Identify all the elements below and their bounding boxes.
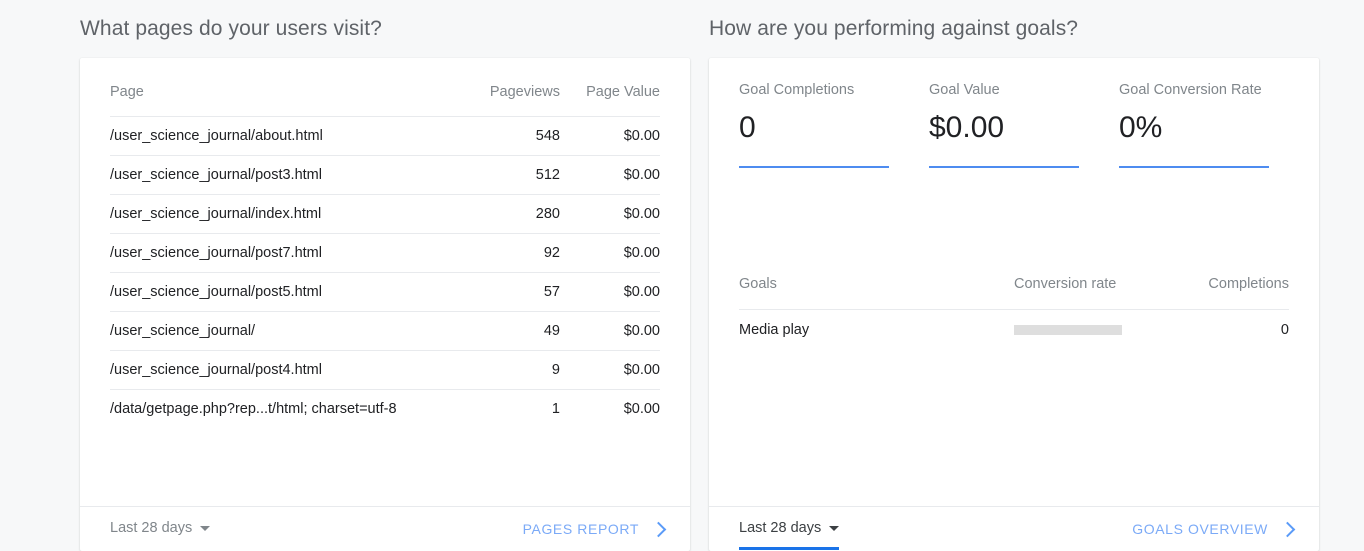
goals-table: Goals Conversion rate Completions Media …	[739, 276, 1289, 350]
date-range-selector-goals[interactable]: Last 28 days	[739, 520, 840, 550]
cell-page-value: $0.00	[560, 311, 660, 351]
cell-pageviews: 512	[450, 155, 560, 195]
cell-pageviews: 548	[450, 116, 560, 156]
goal-metrics-row: Goal Completions 0 Goal Value $0.00 Goal…	[739, 80, 1289, 174]
cell-page-value: $0.00	[560, 389, 660, 428]
pages-report-link-label: PAGES REPORT	[522, 521, 639, 537]
pages-table: Page Pageviews Page Value /user_science_…	[110, 84, 660, 428]
cell-pageviews: 49	[450, 311, 560, 351]
cell-pageviews: 9	[450, 350, 560, 390]
conversion-rate-bar	[1014, 325, 1122, 336]
cell-page: /user_science_journal/post7.html	[110, 233, 450, 273]
dashboard-board: What pages do your users visit? Page Pag…	[0, 0, 1364, 551]
goals-card-footer: Last 28 days GOALS OVERVIEW	[709, 506, 1319, 551]
cell-page-value: $0.00	[560, 116, 660, 156]
cell-page: /user_science_journal/post5.html	[110, 272, 450, 312]
metric-goal-value: Goal Value $0.00	[929, 80, 1119, 174]
goals-overview-link-label: GOALS OVERVIEW	[1132, 521, 1268, 537]
cell-page: /user_science_journal/index.html	[110, 194, 450, 234]
pages-card-footer: Last 28 days PAGES REPORT	[80, 506, 690, 551]
column-header-goals[interactable]: Goals	[739, 276, 1014, 310]
goals-section-title: How are you performing against goals?	[709, 17, 1079, 40]
table-row[interactable]: Media play 0	[739, 309, 1289, 350]
metric-goal-completions: Goal Completions 0	[739, 80, 929, 174]
cell-pageviews: 92	[450, 233, 560, 273]
pages-section-title: What pages do your users visit?	[80, 17, 382, 40]
date-range-label: Last 28 days	[110, 520, 193, 536]
chevron-right-icon	[1279, 521, 1296, 537]
cell-completions: 0	[1189, 309, 1289, 350]
metric-value: 0	[739, 111, 756, 144]
table-row[interactable]: /data/getpage.php?rep...t/html; charset=…	[110, 389, 660, 428]
pages-card: Page Pageviews Page Value /user_science_…	[80, 58, 690, 551]
sparkline-goal-conversion-rate	[1119, 166, 1269, 168]
table-row[interactable]: /user_science_journal/ 49 $0.00	[110, 311, 660, 351]
pages-report-link[interactable]: PAGES REPORT	[522, 521, 667, 537]
date-range-label: Last 28 days	[739, 520, 822, 536]
column-header-pageviews[interactable]: Pageviews	[450, 84, 560, 117]
goals-table-body: Media play 0	[739, 309, 1289, 350]
pages-table-header-row: Page Pageviews Page Value	[110, 84, 660, 117]
sparkline-goal-value	[929, 166, 1079, 168]
cell-conversion-rate-bar	[1014, 309, 1189, 350]
pages-table-body: /user_science_journal/about.html 548 $0.…	[110, 116, 660, 428]
sparkline-goal-completions	[739, 166, 889, 168]
goals-table-header-row: Goals Conversion rate Completions	[739, 276, 1289, 310]
cell-page-value: $0.00	[560, 350, 660, 390]
cell-page-value: $0.00	[560, 272, 660, 312]
column-header-page[interactable]: Page	[110, 84, 450, 117]
cell-page-value: $0.00	[560, 194, 660, 234]
metric-label: Goal Completions	[739, 82, 855, 98]
chevron-down-icon	[200, 525, 211, 531]
metric-goal-conversion-rate: Goal Conversion Rate 0%	[1119, 80, 1289, 174]
table-row[interactable]: /user_science_journal/post4.html 9 $0.00	[110, 350, 660, 390]
table-row[interactable]: /user_science_journal/about.html 548 $0.…	[110, 116, 660, 156]
cell-pageviews: 280	[450, 194, 560, 234]
table-row[interactable]: /user_science_journal/index.html 280 $0.…	[110, 194, 660, 234]
cell-pageviews: 57	[450, 272, 560, 312]
cell-page: /data/getpage.php?rep...t/html; charset=…	[110, 389, 450, 428]
table-row[interactable]: /user_science_journal/post7.html 92 $0.0…	[110, 233, 660, 273]
chevron-right-icon	[650, 521, 667, 537]
cell-page: /user_science_journal/	[110, 311, 450, 351]
cell-page: /user_science_journal/post4.html	[110, 350, 450, 390]
column-header-completions[interactable]: Completions	[1189, 276, 1289, 310]
chevron-down-icon	[829, 525, 840, 531]
column-header-conversion-rate[interactable]: Conversion rate	[1014, 276, 1189, 310]
cell-page-value: $0.00	[560, 155, 660, 195]
cell-pageviews: 1	[450, 389, 560, 428]
cell-page: /user_science_journal/about.html	[110, 116, 450, 156]
table-row[interactable]: /user_science_journal/post5.html 57 $0.0…	[110, 272, 660, 312]
column-header-page-value[interactable]: Page Value	[560, 84, 660, 117]
cell-goal-name: Media play	[739, 309, 1014, 350]
metric-value: $0.00	[929, 111, 1005, 144]
metric-label: Goal Value	[929, 82, 1000, 98]
date-range-selector-pages[interactable]: Last 28 days	[110, 520, 211, 538]
cell-page: /user_science_journal/post3.html	[110, 155, 450, 195]
metric-value: 0%	[1119, 111, 1163, 144]
table-row[interactable]: /user_science_journal/post3.html 512 $0.…	[110, 155, 660, 195]
goals-overview-link[interactable]: GOALS OVERVIEW	[1132, 521, 1296, 537]
cell-page-value: $0.00	[560, 233, 660, 273]
goals-card: Goal Completions 0 Goal Value $0.00 Goal…	[709, 58, 1319, 551]
metric-label: Goal Conversion Rate	[1119, 82, 1262, 98]
date-range-active-underline	[739, 547, 840, 550]
